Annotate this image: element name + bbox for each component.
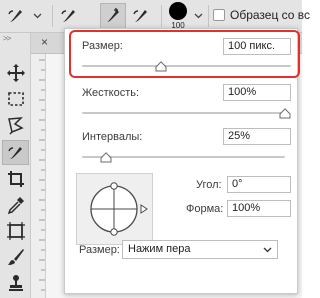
pen-pressure-select-value: Нажим пера: [128, 243, 191, 255]
brush-preset-icon[interactable]: [4, 4, 28, 28]
lasso-tool-icon[interactable]: [6, 115, 26, 135]
chevron-down-icon[interactable]: [30, 8, 44, 24]
pressure-size-label: Размер:: [79, 244, 120, 256]
angle-label: Угол:: [196, 179, 222, 191]
roundness-label: Форма:: [186, 203, 224, 215]
eyedropper-tool-icon[interactable]: [6, 195, 26, 215]
move-tool-icon[interactable]: [6, 63, 26, 83]
sample-all-layers-checkbox[interactable]: [213, 9, 225, 21]
close-tab-icon[interactable]: ×: [41, 35, 48, 49]
hardness-slider-track[interactable]: [82, 112, 285, 114]
size-highlight-annotation: [69, 30, 300, 78]
spacing-field[interactable]: 25%: [223, 128, 291, 145]
brush-tip-angle-preview[interactable]: [76, 173, 153, 245]
roundness-field[interactable]: 100%: [227, 200, 291, 217]
panel-collapse-icon[interactable]: >>: [3, 34, 11, 43]
brush-tip-icon: [169, 2, 187, 20]
tools-panel: >>: [0, 33, 31, 298]
healing-brush-tool-icon[interactable]: [2, 140, 29, 165]
heal-brush-icon[interactable]: [57, 4, 81, 28]
spacing-slider-track[interactable]: [82, 156, 285, 158]
hardness-field[interactable]: 100%: [223, 84, 291, 101]
sample-all-layers-label: Образец со вс: [230, 8, 311, 22]
angle-field[interactable]: 0°: [227, 176, 291, 193]
hardness-label: Жесткость:: [82, 87, 140, 99]
brush-variant-icon[interactable]: [129, 4, 153, 28]
vertical-ruler: [31, 54, 46, 298]
crop-tool-icon[interactable]: [6, 169, 26, 189]
brush-tool-icon[interactable]: [6, 247, 26, 267]
stamp-tool-icon[interactable]: [6, 273, 26, 293]
chevron-down-icon[interactable]: [192, 8, 204, 24]
chevron-down-icon: [263, 247, 272, 253]
sample-brush-icon[interactable]: [100, 3, 126, 29]
frame-tool-icon[interactable]: [6, 221, 26, 241]
marquee-tool-icon[interactable]: [6, 89, 26, 109]
pen-pressure-select[interactable]: Нажим пера: [122, 240, 278, 259]
spacing-label: Интервалы:: [82, 131, 143, 143]
